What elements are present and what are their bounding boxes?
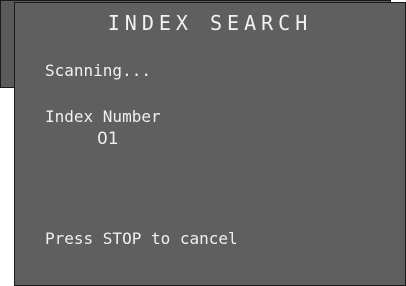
index-number-label: Index Number xyxy=(45,107,161,126)
status-text: Scanning... xyxy=(45,61,151,80)
dialog-title: INDEX SEARCH xyxy=(107,11,313,35)
index-search-dialog: INDEX SEARCH Scanning... Index Number 01… xyxy=(14,2,406,286)
cancel-hint: Press STOP to cancel xyxy=(45,229,238,248)
index-number-value: 01 xyxy=(97,129,119,149)
screen: INDEX SEARCH Scanning... Index Number 01… xyxy=(0,0,406,286)
